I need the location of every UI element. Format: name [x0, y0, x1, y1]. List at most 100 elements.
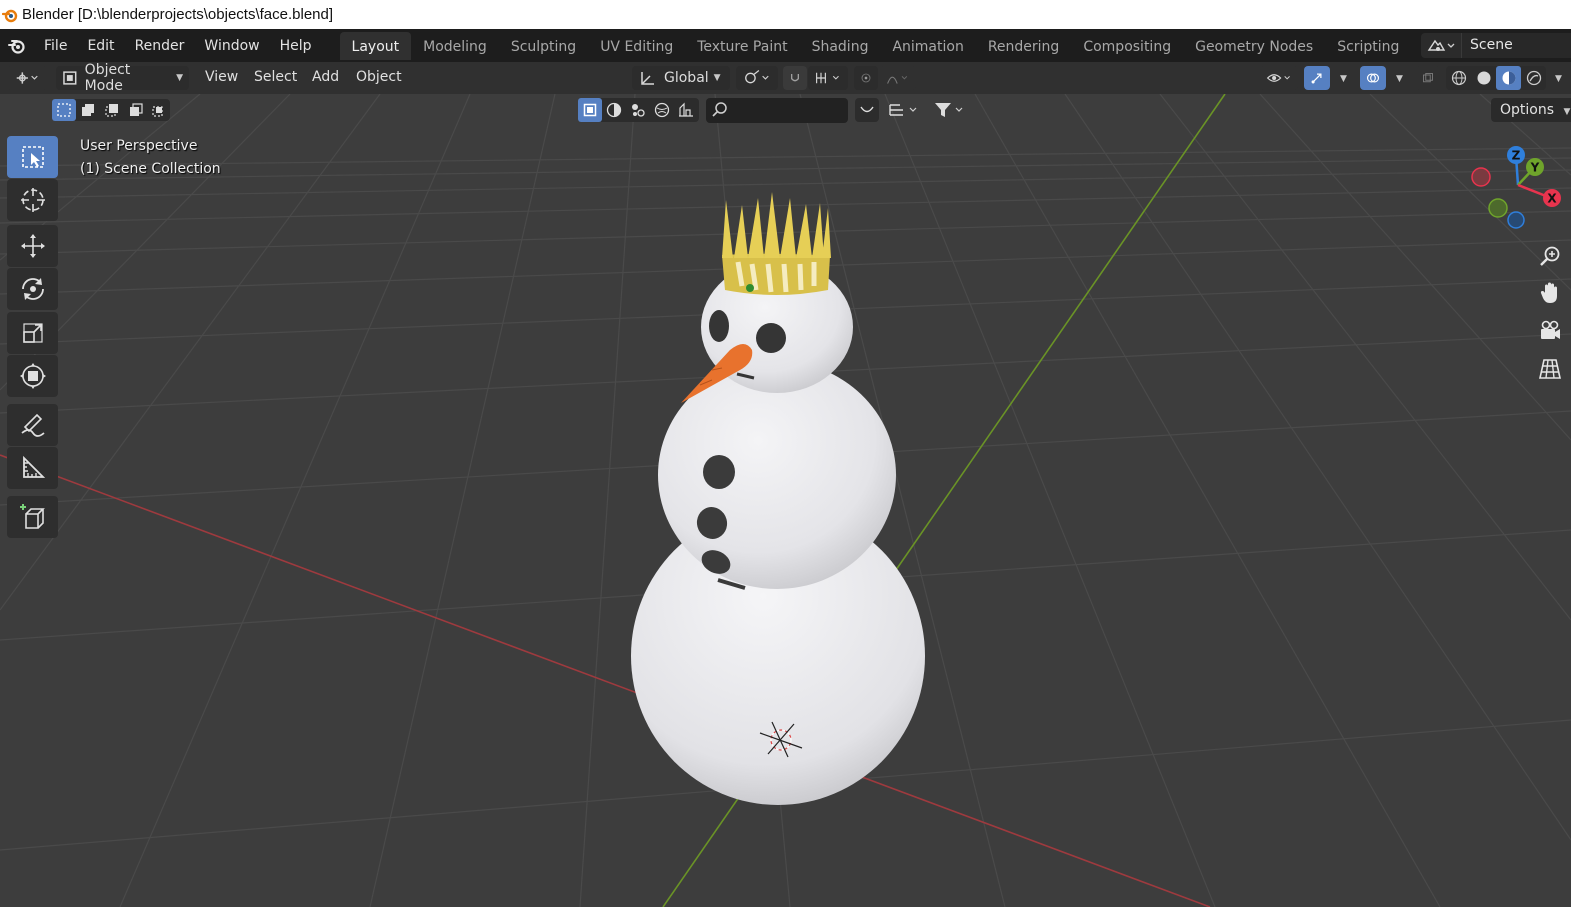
funnel-icon [935, 103, 963, 117]
transform-tool[interactable] [7, 355, 58, 397]
camera-view-button[interactable] [1535, 316, 1565, 346]
shading-modes [1446, 66, 1546, 90]
select-box-tool[interactable] [7, 136, 58, 178]
list-tree-icon [889, 104, 917, 116]
select-difference-icon [130, 103, 143, 116]
proportional-icon [861, 73, 871, 83]
filter-texture-button[interactable] [626, 98, 650, 122]
solid-sphere-icon [1477, 71, 1490, 85]
rendered-shading-button[interactable] [1521, 66, 1546, 90]
snowman-button-1 [703, 455, 735, 489]
menu-view[interactable]: View [196, 69, 247, 85]
gizmo-options-chevron[interactable]: ▼ [1340, 74, 1347, 84]
overlays-toggle[interactable] [1360, 66, 1386, 90]
snap-toggle[interactable] [783, 66, 807, 90]
pivot-icon [745, 70, 769, 84]
move-tool[interactable] [7, 225, 58, 267]
pan-button[interactable] [1535, 278, 1565, 308]
measure-tool[interactable] [7, 447, 58, 489]
chevron-down-icon: ▼ [176, 73, 183, 83]
annotate-icon [20, 413, 45, 437]
chevron-down-icon: ▼ [1563, 107, 1571, 117]
chevron-down-icon: ▼ [713, 73, 721, 83]
filter-material-button[interactable] [602, 98, 626, 122]
move-icon [20, 234, 45, 258]
collection-label: (1) Scene Collection [80, 161, 221, 177]
scene-data-icon [679, 102, 693, 117]
add-cube-icon [19, 504, 45, 529]
filter-options-button[interactable] [855, 98, 879, 122]
search-icon [712, 102, 727, 117]
select-intersect-button[interactable] [148, 99, 170, 121]
magnet-icon [791, 74, 799, 82]
rotate-icon [21, 278, 44, 300]
xray-toggle[interactable] [1416, 66, 1440, 90]
viewport-header: Object Mode ▼ View Select Add Object Glo… [0, 62, 1571, 94]
grid-view-icon [1539, 359, 1561, 379]
snap-increment-icon [816, 72, 839, 84]
cursor-tool[interactable] [7, 179, 58, 221]
options-label: Options [1500, 102, 1555, 118]
measure-icon [22, 455, 45, 478]
filter-scene-button[interactable] [674, 98, 698, 122]
display-mode-button[interactable] [884, 98, 924, 122]
snowman-eye-left [709, 310, 729, 342]
proportional-edit-toggle[interactable] [854, 66, 878, 90]
tool-header [0, 96, 1571, 124]
select-new-button[interactable] [52, 99, 76, 121]
xray-icon [1423, 73, 1433, 83]
shading-options-chevron[interactable]: ▼ [1555, 74, 1562, 84]
select-intersect-icon [152, 106, 163, 117]
zoom-button[interactable] [1535, 241, 1565, 271]
filter-world-button[interactable] [650, 98, 674, 122]
select-extend-button[interactable] [76, 99, 100, 121]
pivot-point-selector[interactable] [736, 66, 778, 90]
options-button[interactable]: Options ▼ [1491, 98, 1571, 122]
snowman-eye-right [756, 323, 786, 353]
perspective-label: User Perspective [80, 138, 198, 154]
hand-pan-icon [1540, 282, 1557, 303]
orientation-label: Global [664, 70, 709, 86]
overlays-options-chevron[interactable]: ▼ [1396, 74, 1403, 84]
wireframe-shading-button[interactable] [1446, 66, 1471, 90]
select-extend-icon [82, 104, 94, 116]
rotate-tool[interactable] [7, 268, 58, 310]
projection-toggle-button[interactable] [1535, 354, 1565, 384]
menu-object[interactable]: Object [347, 69, 411, 85]
viewport-3d[interactable] [0, 0, 1571, 907]
material-icon [606, 102, 622, 118]
transform-orientation-selector[interactable]: Global ▼ [632, 66, 730, 90]
visibility-selector[interactable] [1260, 66, 1298, 90]
search-input[interactable] [706, 98, 848, 123]
cursor-icon [20, 188, 45, 212]
camera-icon [1541, 320, 1560, 339]
menu-select[interactable]: Select [245, 69, 306, 85]
solid-shading-button[interactable] [1471, 66, 1496, 90]
object-mode-icon [63, 71, 77, 85]
gizmo-toggle[interactable] [1304, 66, 1330, 90]
editor-type-icon [16, 72, 38, 84]
world-icon [654, 102, 670, 118]
annotate-tool[interactable] [7, 404, 58, 446]
filter-mesh-button[interactable] [578, 98, 602, 122]
select-subtract-icon [105, 104, 118, 117]
mode-selector[interactable]: Object Mode ▼ [56, 62, 189, 94]
menu-add[interactable]: Add [303, 69, 348, 85]
material-sphere-icon [1502, 71, 1515, 85]
select-difference-button[interactable] [124, 99, 148, 121]
add-cube-tool[interactable] [7, 496, 58, 538]
zoom-icon [1540, 246, 1560, 266]
select-new-icon [57, 103, 71, 117]
scale-tool[interactable] [7, 312, 58, 354]
falloff-selector[interactable] [880, 66, 916, 90]
gizmo-z-label: Z [1512, 149, 1521, 163]
select-box-icon [21, 146, 44, 168]
select-subtract-button[interactable] [100, 99, 124, 121]
transform-icon [19, 363, 46, 389]
editor-type-button[interactable] [7, 66, 47, 90]
material-preview-button[interactable] [1496, 66, 1521, 90]
navigation-gizmo[interactable]: Z Y X [1468, 140, 1568, 240]
falloff-curve-icon [887, 76, 908, 84]
snap-target-selector[interactable] [808, 66, 848, 90]
filter-popover-button[interactable] [929, 98, 969, 122]
